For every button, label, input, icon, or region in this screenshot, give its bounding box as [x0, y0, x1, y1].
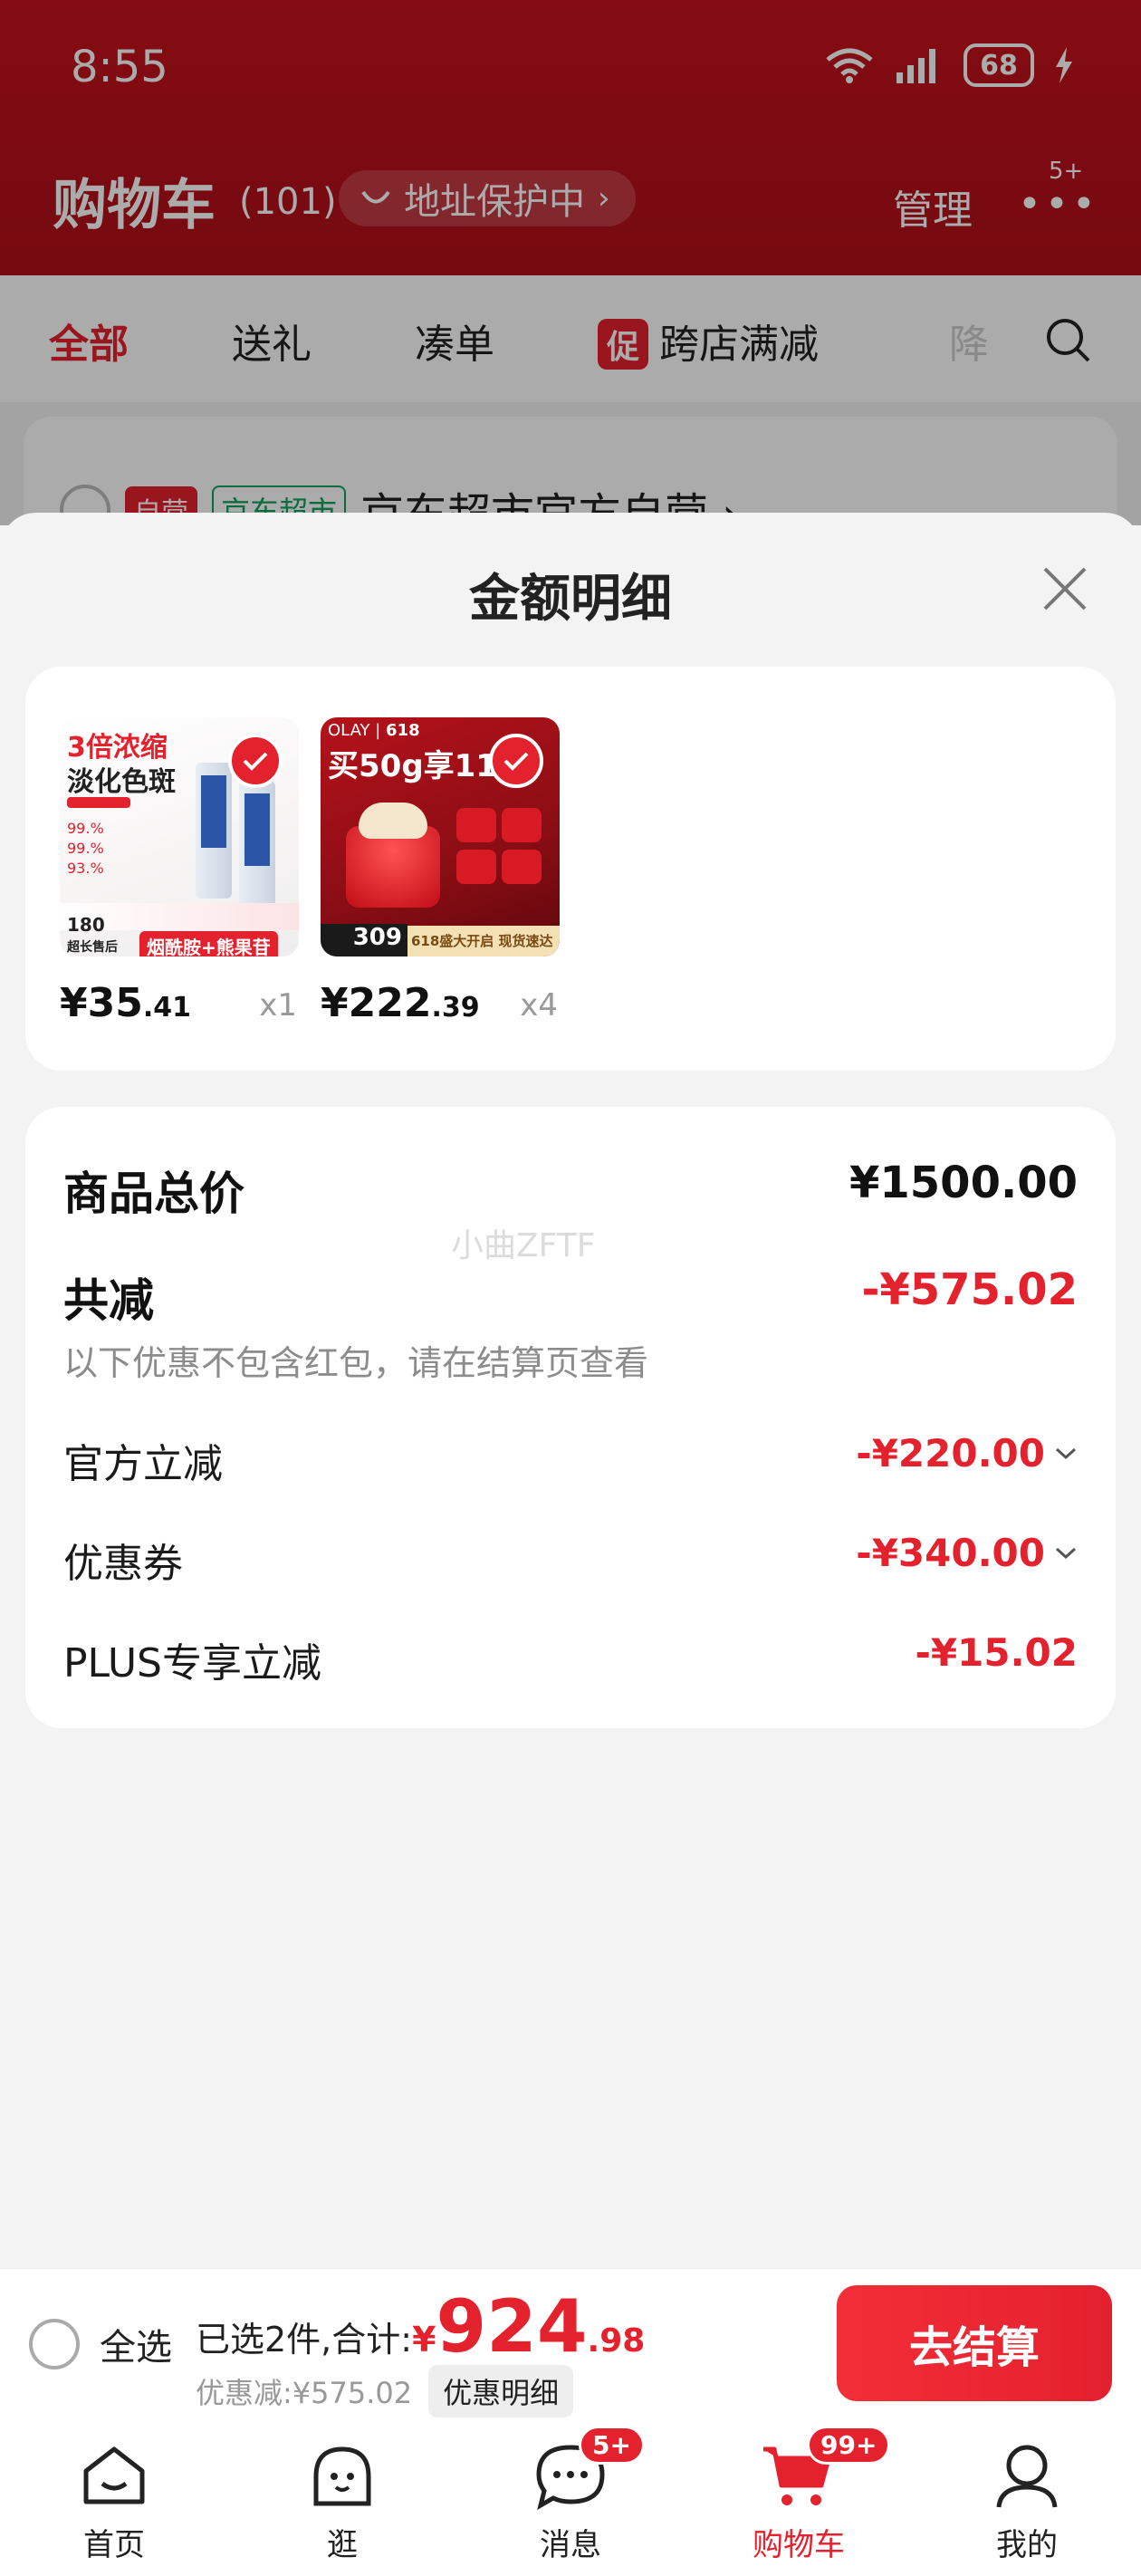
checkout-button[interactable]: 去结算 — [837, 2285, 1112, 2401]
nav-cart[interactable]: 99+ 购物车 — [722, 2426, 891, 2564]
reduce-label: 共减 — [63, 1274, 154, 1327]
product-price: ¥35.41 — [60, 980, 192, 1026]
discount-row-official[interactable]: 官方立减 -¥220.00 — [63, 1431, 1078, 1487]
sheet-title: 金额明细 — [469, 570, 672, 629]
discount-detail-button[interactable]: 优惠明细 — [428, 2365, 574, 2417]
discount-summary: 优惠减:¥575.02 — [196, 2376, 413, 2410]
total-line: 已选2件,合计: ¥ 924 .98 — [196, 2284, 646, 2369]
total-label: 商品总价 — [63, 1168, 244, 1220]
product-qty: x4 — [520, 987, 558, 1024]
total-amount: 924 — [436, 2284, 588, 2369]
checkout-bar: 全选 已选2件,合计: ¥ 924 .98 优惠减:¥575.02 优惠明细 去… — [0, 2268, 1141, 2423]
reduce-value: -¥575.02 — [861, 1264, 1078, 1315]
nav-profile[interactable]: 我的 — [950, 2435, 1104, 2564]
product-qty: x1 — [259, 987, 297, 1024]
products-card: 3倍浓缩 淡化色斑 99.% 99.% 93.% 180 超长售后 烟酰胺+熊果苷 — [25, 667, 1116, 1071]
profile-icon — [996, 2445, 1058, 2508]
message-badge: 5+ — [579, 2426, 645, 2465]
browse-icon — [313, 2446, 371, 2506]
selected-check-icon — [228, 734, 283, 788]
selected-summary: 已选2件,合计: — [196, 2320, 413, 2360]
watermark: 小曲ZFTF — [451, 1227, 596, 1264]
total-value: ¥1500.00 — [849, 1158, 1078, 1208]
discount-value: -¥220.00 — [856, 1431, 1045, 1475]
product-price: ¥222.39 — [321, 980, 480, 1026]
amount-detail-sheet: 金额明细 3倍浓缩 淡化色斑 99.% 99.% 93.% 180 超长售后 烟酰 — [0, 513, 1141, 2268]
modal-overlay[interactable] — [0, 0, 1141, 525]
product-item[interactable]: OLAY | 618 买50g享11 309 618盛大开启 现货速达 ¥222… — [321, 717, 560, 1034]
nav-home[interactable]: 首页 — [37, 2435, 191, 2564]
select-all-label: 全选 — [100, 2327, 172, 2369]
home-icon — [83, 2446, 145, 2504]
discount-label: 官方立减 — [63, 1441, 223, 1487]
nav-browse[interactable]: 逛 — [265, 2435, 419, 2564]
discount-note: 以下优惠不包含红包，请在结算页查看 — [63, 1343, 649, 1383]
discount-row-plus: PLUS专享立减 -¥15.02 — [63, 1630, 1078, 1687]
discount-value: -¥340.00 — [856, 1531, 1045, 1575]
nav-messages[interactable]: 5+ 消息 — [494, 2426, 647, 2564]
discount-row-coupon[interactable]: 优惠券 -¥340.00 — [63, 1531, 1078, 1587]
chevron-down-icon — [1055, 1547, 1077, 1559]
checkbox-circle-icon — [29, 2319, 80, 2369]
selected-check-icon — [489, 734, 543, 788]
discount-value: -¥15.02 — [915, 1630, 1078, 1675]
close-icon[interactable] — [1038, 562, 1092, 616]
bottom-nav: 首页 逛 5+ 消息 99+ 购物车 我的 — [0, 2422, 1141, 2576]
product-image: 3倍浓缩 淡化色斑 99.% 99.% 93.% 180 超长售后 烟酰胺+熊果苷 — [60, 717, 299, 956]
price-summary-card: 小曲ZFTF 商品总价 ¥1500.00 共减 -¥575.02 以下优惠不包含… — [25, 1107, 1116, 1728]
product-image: OLAY | 618 买50g享11 309 618盛大开启 现货速达 — [321, 717, 560, 956]
chevron-down-icon — [1055, 1447, 1077, 1459]
discount-label: PLUS专享立减 — [63, 1640, 321, 1687]
discount-label: 优惠券 — [63, 1541, 183, 1587]
cart-badge: 99+ — [807, 2426, 891, 2465]
product-item[interactable]: 3倍浓缩 淡化色斑 99.% 99.% 93.% 180 超长售后 烟酰胺+熊果苷 — [60, 717, 299, 1034]
select-all-checkbox[interactable]: 全选 — [29, 2318, 172, 2370]
